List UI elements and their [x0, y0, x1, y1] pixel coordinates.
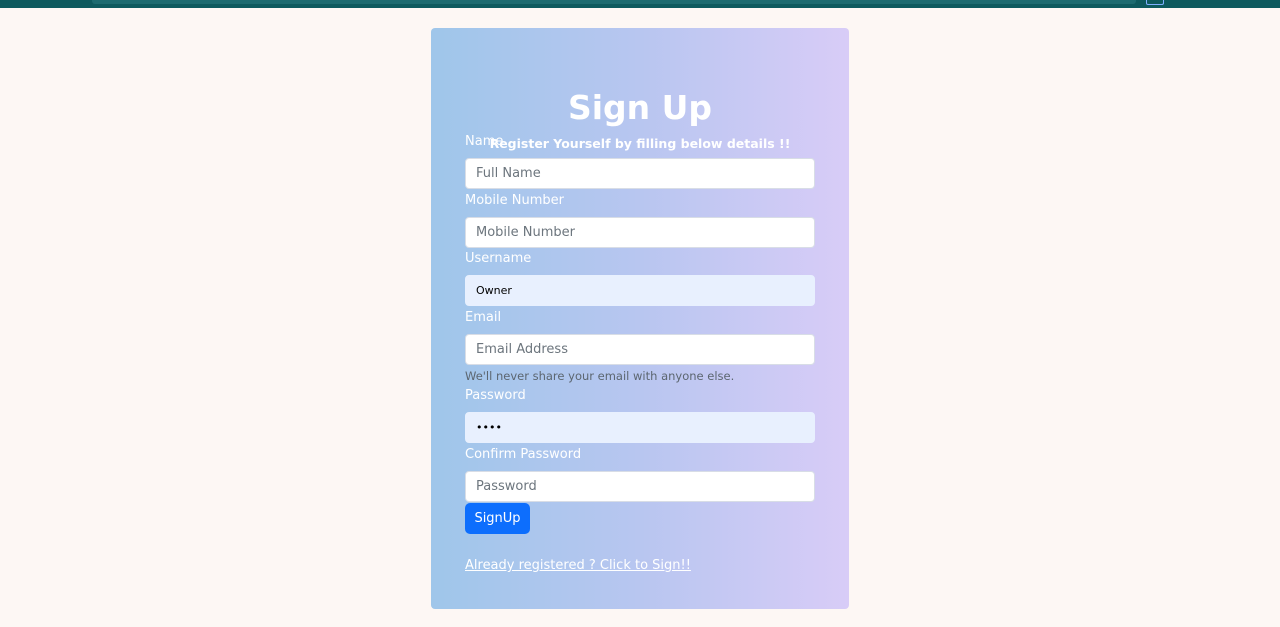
full-name-input[interactable] [465, 158, 815, 189]
address-bar-edge [92, 0, 1136, 4]
browser-top-bar [0, 0, 1280, 8]
mobile-number-input[interactable] [465, 217, 815, 248]
page-title: Sign Up [567, 88, 713, 127]
username-label: Username [465, 251, 532, 266]
signup-button[interactable]: SignUp [465, 503, 530, 534]
email-label: Email [465, 310, 502, 325]
name-label: Name [465, 134, 504, 149]
extension-icon[interactable] [1146, 0, 1164, 5]
password-input[interactable] [465, 412, 815, 443]
signin-link[interactable]: Already registered ? Click to Sign!! [465, 558, 691, 573]
mobile-label: Mobile Number [465, 193, 564, 208]
signup-card: Sign Up Register Yourself by filling bel… [431, 28, 849, 609]
username-input[interactable] [465, 275, 815, 306]
password-label: Password [465, 388, 526, 403]
confirm-password-input[interactable] [465, 471, 815, 502]
confirm-password-label: Confirm Password [465, 447, 582, 462]
email-input[interactable] [465, 334, 815, 365]
email-privacy-hint: We'll never share your email with anyone… [465, 369, 735, 383]
